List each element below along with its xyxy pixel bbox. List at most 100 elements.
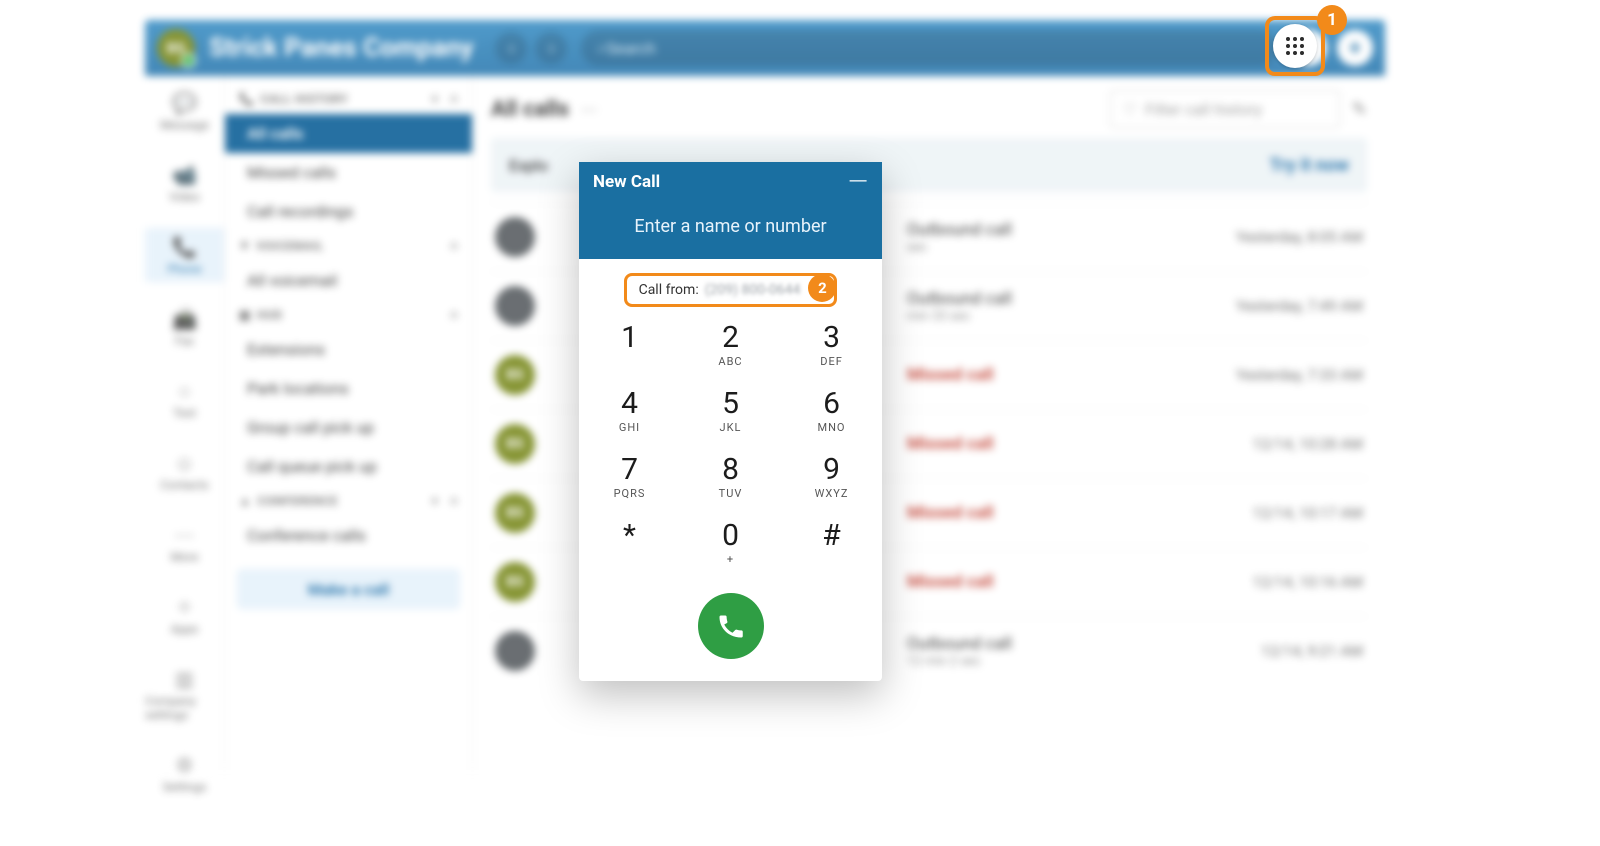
call-time: 12/14, 10:17 AM bbox=[1252, 504, 1363, 522]
nav-arrows: ‹ › bbox=[495, 32, 567, 64]
plus-icon[interactable]: + bbox=[431, 494, 438, 508]
chevron-up-icon[interactable]: ˄ bbox=[450, 308, 458, 322]
chevron-up-icon[interactable]: ˄ bbox=[450, 239, 458, 253]
rail-contacts[interactable]: ☺Contacts bbox=[145, 444, 224, 498]
call-time: Yesterday, 8:05 AM bbox=[1236, 228, 1363, 246]
key-letters bbox=[781, 553, 882, 565]
rail-label: Phone bbox=[167, 262, 201, 276]
call-type: Missed call bbox=[907, 434, 1252, 454]
rail-message[interactable]: 💬Message bbox=[145, 84, 224, 138]
search-placeholder: Search bbox=[606, 39, 655, 58]
rail-settings[interactable]: ⚙Settings bbox=[145, 746, 224, 800]
rail-company-settings[interactable]: ▥Company settings bbox=[145, 660, 224, 728]
phone-small-icon: 📞 bbox=[239, 92, 254, 106]
key-digit: 3 bbox=[781, 323, 882, 353]
rail-text[interactable]: ○Text bbox=[145, 372, 224, 426]
call-from-selector[interactable]: Call from: (209) 800-0644 ▼ 2 bbox=[624, 273, 838, 307]
fax-icon: 📠 bbox=[172, 306, 198, 332]
page-title: All calls bbox=[491, 97, 569, 122]
key-7[interactable]: 7PQRS bbox=[579, 443, 680, 509]
nav-forward-icon[interactable]: › bbox=[535, 32, 567, 64]
rail-label: Company settings bbox=[145, 694, 224, 722]
key-letters: JKL bbox=[680, 421, 781, 433]
banner-text: Explo bbox=[509, 156, 548, 175]
sidebar-item-missed-calls[interactable]: Missed calls bbox=[225, 153, 472, 192]
sidebar-item-extensions[interactable]: Extensions bbox=[225, 330, 472, 369]
chevron-up-icon[interactable]: ˄ bbox=[450, 92, 458, 106]
key-letters: ABC bbox=[680, 355, 781, 367]
caller-avatar bbox=[495, 217, 535, 257]
key-digit: 4 bbox=[579, 389, 680, 419]
key-digit: 6 bbox=[781, 389, 882, 419]
callout-badge-2: 2 bbox=[808, 274, 836, 302]
chevron-up-icon[interactable]: ˄ bbox=[450, 494, 458, 508]
key-letters: TUV bbox=[680, 487, 781, 499]
sidebar-item-all-calls[interactable]: All calls bbox=[225, 114, 472, 153]
dial-input[interactable]: Enter a name or number bbox=[579, 202, 882, 259]
key-6[interactable]: 6MNO bbox=[781, 377, 882, 443]
key-9[interactable]: 9WXYZ bbox=[781, 443, 882, 509]
text-icon: ○ bbox=[172, 378, 198, 404]
key-2[interactable]: 2ABC bbox=[680, 311, 781, 377]
key-5[interactable]: 5 JKL bbox=[680, 377, 781, 443]
rail-video[interactable]: 📹Video bbox=[145, 156, 224, 210]
sidebar-item-call-recordings[interactable]: Call recordings bbox=[225, 192, 472, 231]
filter-input[interactable]: ♡Filter call history bbox=[1110, 90, 1340, 128]
sidebar-item-park-locations[interactable]: Park locations bbox=[225, 369, 472, 408]
key-*[interactable]: * bbox=[579, 509, 680, 575]
rail-phone[interactable]: 📞Phone bbox=[145, 228, 224, 282]
key-#[interactable]: # bbox=[781, 509, 882, 575]
sidebar-item-conference-calls[interactable]: Conference calls bbox=[225, 516, 472, 555]
minimize-icon[interactable]: — bbox=[848, 176, 868, 189]
key-digit: 5 bbox=[680, 389, 781, 419]
try-it-now-link[interactable]: Try it now bbox=[1269, 155, 1349, 176]
sidebar-item-call-queue-pick-up[interactable]: Call queue pick up bbox=[225, 447, 472, 486]
sidebar-item-group-call-pick-up[interactable]: Group call pick up bbox=[225, 408, 472, 447]
sidebar-item-all-voicemail[interactable]: All voicemail bbox=[225, 261, 472, 300]
filter-icon: ♡ bbox=[1123, 100, 1137, 119]
section-call-history[interactable]: 📞CALL HISTORY+˄ bbox=[225, 84, 472, 114]
top-bar: BS Strick Panes Company ‹ › ⌕ Search ⋮⋮⋮… bbox=[145, 20, 1385, 76]
key-4[interactable]: 4 GHI bbox=[579, 377, 680, 443]
key-digit: 7 bbox=[579, 455, 680, 485]
caller-avatar bbox=[495, 631, 535, 671]
section-label: HUD bbox=[257, 308, 283, 322]
key-3[interactable]: 3DEF bbox=[781, 311, 882, 377]
rail-label: More bbox=[171, 550, 199, 564]
search-input[interactable]: ⌕ Search bbox=[581, 30, 1277, 66]
rail-fax[interactable]: 📠Fax bbox=[145, 300, 224, 354]
nav-rail: 💬Message 📹Video 📞Phone 📠Fax ○Text ☺Conta… bbox=[145, 76, 225, 770]
contacts-icon: ☺ bbox=[172, 450, 198, 476]
company-settings-icon: ▥ bbox=[172, 666, 198, 692]
conference-icon: ▲ bbox=[239, 494, 251, 508]
call-time: Yesterday, 7:49 AM bbox=[1236, 297, 1363, 315]
key-1[interactable]: 1 bbox=[579, 311, 680, 377]
title-more-icon[interactable]: ⋯ bbox=[581, 100, 597, 119]
key-letters bbox=[579, 553, 680, 565]
call-time: 12/14, 10:28 AM bbox=[1252, 435, 1363, 453]
section-label: CONFERENCE bbox=[257, 494, 337, 508]
new-call-panel: New Call — Enter a name or number Call f… bbox=[579, 162, 882, 681]
plus-icon[interactable]: + bbox=[431, 92, 438, 106]
message-icon: 💬 bbox=[172, 90, 198, 116]
key-0[interactable]: 0+ bbox=[680, 509, 781, 575]
section-hud[interactable]: ▦HUD˄ bbox=[225, 300, 472, 330]
place-call-button[interactable] bbox=[698, 593, 764, 659]
edit-icon[interactable]: ✎ bbox=[1352, 99, 1367, 120]
rail-more[interactable]: ⋯More bbox=[145, 516, 224, 570]
nav-back-icon[interactable]: ‹ bbox=[495, 32, 527, 64]
key-digit: 0 bbox=[680, 521, 781, 551]
call-type: Outbound callmin 33 sec bbox=[907, 289, 1236, 324]
user-avatar[interactable]: BS bbox=[157, 29, 195, 67]
call-type: Missed call bbox=[907, 572, 1252, 592]
call-time: Yesterday, 7:33 AM bbox=[1236, 366, 1363, 384]
section-voicemail[interactable]: ⚘VOICEMAIL˄ bbox=[225, 231, 472, 261]
key-letters: GHI bbox=[579, 421, 680, 433]
key-digit: * bbox=[579, 521, 680, 551]
section-conference[interactable]: ▲ CONFERENCE + ˄ bbox=[225, 486, 472, 516]
key-8[interactable]: 8TUV bbox=[680, 443, 781, 509]
rail-apps[interactable]: ✧Apps bbox=[145, 588, 224, 642]
add-button[interactable]: + bbox=[1337, 30, 1373, 66]
video-icon: 📹 bbox=[172, 162, 198, 188]
make-a-call-button[interactable]: Make a call bbox=[237, 569, 460, 609]
